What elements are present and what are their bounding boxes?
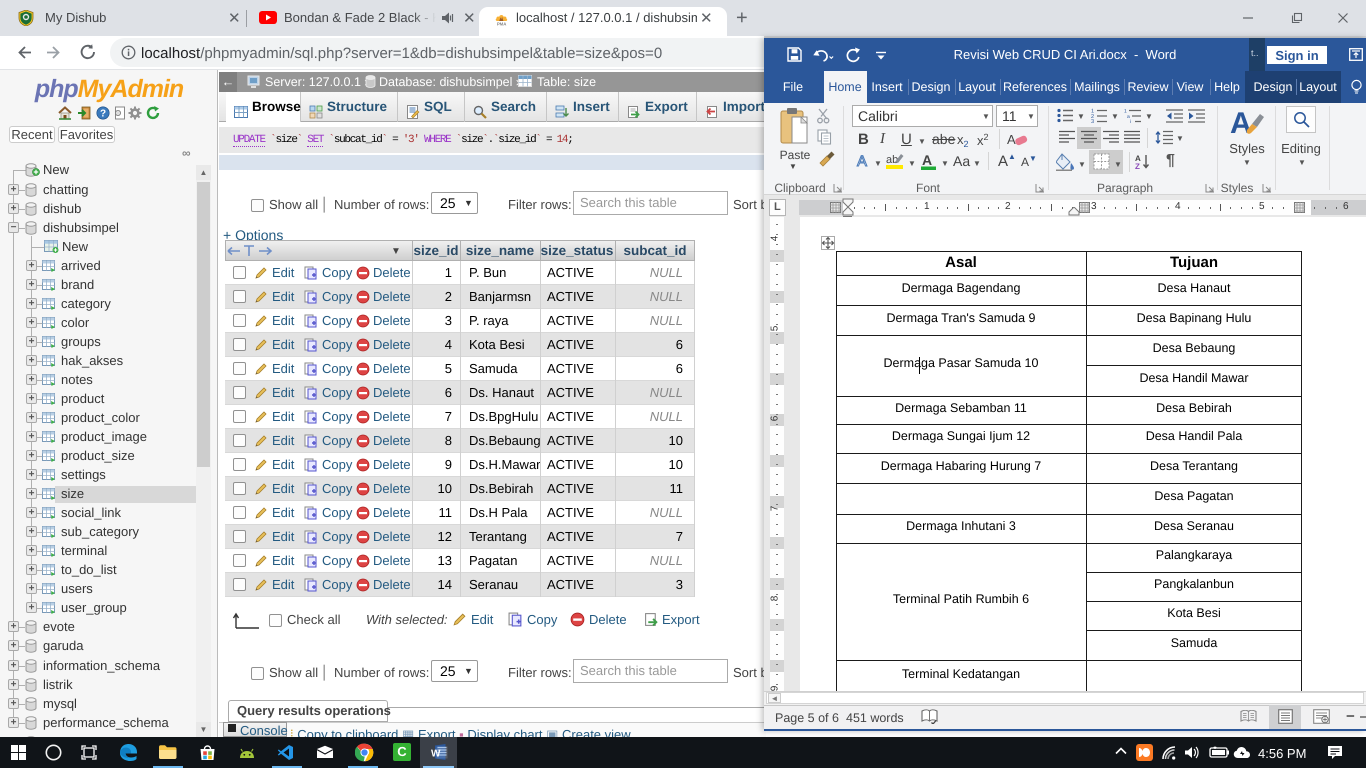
svg-text:A: A <box>857 153 867 170</box>
svg-text:i: i <box>1130 119 1131 123</box>
svg-text:Z: Z <box>1135 162 1140 170</box>
svg-text:A: A <box>1007 132 1016 147</box>
svg-text:?: ? <box>100 109 106 120</box>
svg-text:3: 3 <box>1091 119 1094 123</box>
svg-text:PMA: PMA <box>497 21 507 26</box>
svg-text:W: W <box>431 749 441 760</box>
svg-text:A: A <box>922 152 932 168</box>
svg-text:ab: ab <box>886 154 898 166</box>
